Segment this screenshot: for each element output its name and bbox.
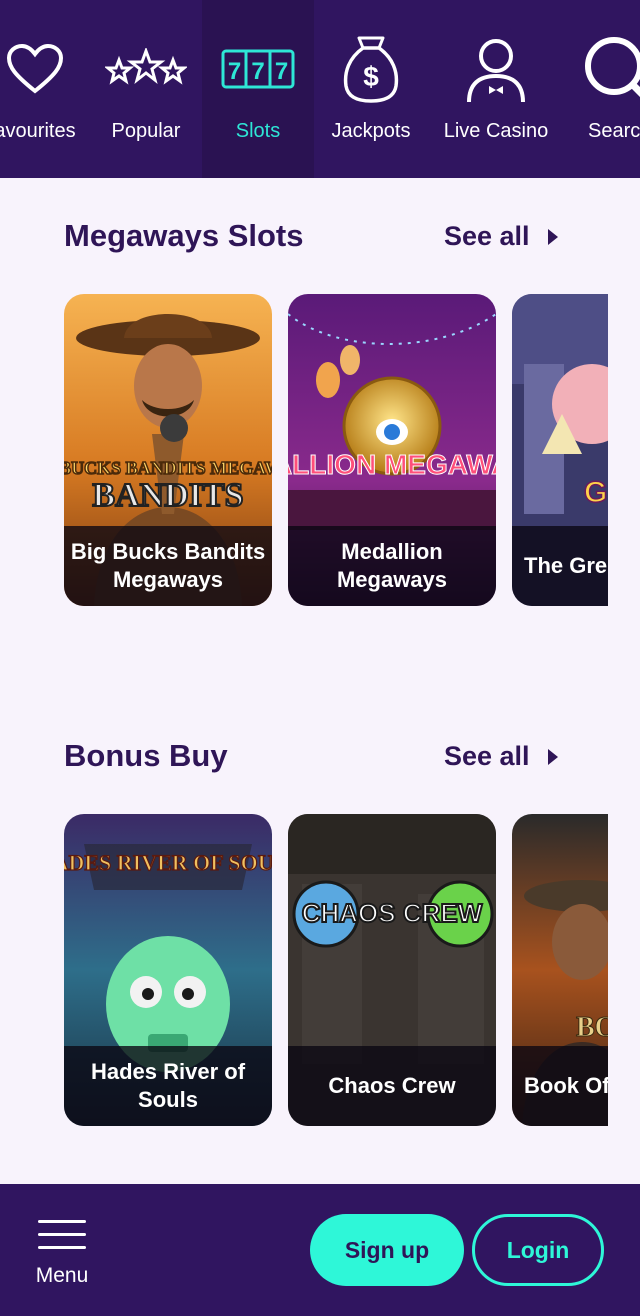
megaways-game-rail[interactable]: BIG BUCKS BANDITS MEGAWAYS BANDITS Big B… xyxy=(64,294,608,606)
game-title-text: Book Of xyxy=(524,1073,608,1098)
nav-label: Slots xyxy=(235,120,281,142)
game-card-book-of[interactable]: BO Book Of xyxy=(512,814,608,1126)
game-card-big-bucks-bandits[interactable]: BIG BUCKS BANDITS MEGAWAYS BANDITS Big B… xyxy=(64,294,272,606)
slot-777-icon: 7 7 7 xyxy=(221,0,295,118)
search-icon xyxy=(580,0,640,118)
section-title-bonus-buy: Bonus Buy xyxy=(64,738,228,773)
menu-button[interactable]: Menu xyxy=(28,1220,96,1292)
game-logo-text: HADES RIVER OF SOULS xyxy=(64,850,272,875)
svg-text:7: 7 xyxy=(275,58,288,85)
game-logo-text: CHAOS CREW xyxy=(302,898,483,928)
nav-item-slots[interactable]: 7 7 7 Slots xyxy=(202,0,314,178)
game-logo-text: BO xyxy=(576,1012,608,1043)
nav-label: Searc xyxy=(588,120,640,142)
game-logo-text: BIG BUCKS BANDITS MEGAWAYS xyxy=(64,458,272,478)
game-title: The Gre Mega xyxy=(512,526,608,606)
see-all-bonus-buy-link[interactable]: See all xyxy=(444,741,558,772)
game-card-medallion[interactable]: MEDALLION MEGAWAYS™ Medallion Megaways xyxy=(288,294,496,606)
svg-text:$: $ xyxy=(363,61,379,92)
menu-label: Menu xyxy=(35,1264,89,1287)
money-bag-icon: $ xyxy=(341,0,401,118)
svg-text:BANDITS: BANDITS xyxy=(92,477,243,514)
game-card-great-pigsby[interactable]: GR PIG The Gre Mega xyxy=(512,294,608,606)
nav-item-jackpots[interactable]: $ Jackpots xyxy=(322,0,420,178)
dealer-icon xyxy=(463,0,529,118)
chevron-right-icon xyxy=(547,748,558,765)
nav-item-favourites[interactable]: avourites xyxy=(0,0,100,178)
game-title-text: The Gre Mega xyxy=(524,553,608,578)
game-title: Medallion Megaways xyxy=(288,526,496,606)
svg-text:7: 7 xyxy=(228,58,241,85)
svg-text:7: 7 xyxy=(251,58,264,85)
hamburger-icon xyxy=(38,1220,86,1250)
nav-label: Popular xyxy=(111,120,181,142)
login-button[interactable]: Login xyxy=(472,1214,604,1286)
see-all-megaways-link[interactable]: See all xyxy=(444,221,558,252)
game-card-chaos-crew[interactable]: CHAOS CREW Chaos Crew xyxy=(288,814,496,1126)
see-all-label: See all xyxy=(444,741,530,771)
bottom-bar: Menu Sign up Login xyxy=(0,1184,640,1316)
nav-item-popular[interactable]: Popular xyxy=(92,0,200,178)
category-nav: avourites Popular 7 7 7 Slots $ Jackpots… xyxy=(0,0,640,178)
nav-item-search[interactable]: Searc xyxy=(580,0,640,178)
game-logo-text: MEDALLION MEGAWAYS™ xyxy=(288,449,496,480)
chevron-right-icon xyxy=(547,228,558,245)
nav-label: avourites xyxy=(0,120,76,142)
game-title: Chaos Crew xyxy=(288,1046,496,1126)
see-all-label: See all xyxy=(444,221,530,251)
game-title: Hades River of Souls xyxy=(64,1046,272,1126)
game-title: Big Bucks Bandits Megaways xyxy=(64,526,272,606)
game-logo-text: GR PIG xyxy=(584,476,608,509)
nav-item-live-casino[interactable]: Live Casino xyxy=(436,0,556,178)
heart-icon xyxy=(5,0,65,118)
game-title: Book Of xyxy=(512,1046,608,1126)
sign-up-button[interactable]: Sign up xyxy=(310,1214,464,1286)
bonus-buy-game-rail[interactable]: HADES RIVER OF SOULS Hades River of Soul… xyxy=(64,814,608,1126)
nav-label: Live Casino xyxy=(443,120,549,142)
section-title-megaways: Megaways Slots xyxy=(64,218,304,253)
game-card-hades-river-of-souls[interactable]: HADES RIVER OF SOULS Hades River of Soul… xyxy=(64,814,272,1126)
nav-label: Jackpots xyxy=(331,120,411,142)
stars-icon xyxy=(105,0,187,118)
